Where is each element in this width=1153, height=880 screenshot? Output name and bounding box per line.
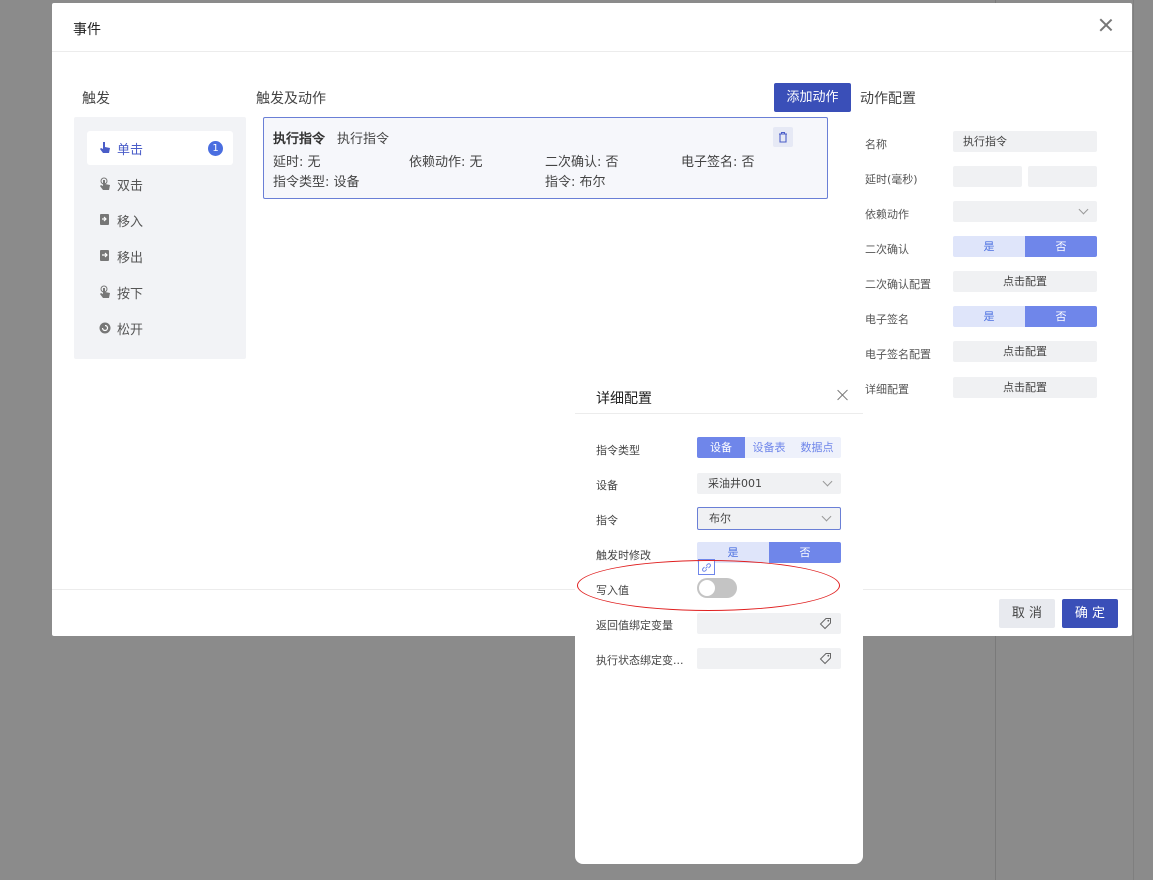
config-name-label: 名称 [865,138,887,151]
status-bind-input[interactable] [697,648,841,669]
double-tap-icon [99,177,111,191]
command-type-device[interactable]: 设备 [697,437,745,458]
device-select[interactable]: 采油井001 [697,473,841,494]
trigger-item-label: 按下 [117,286,144,302]
device-select-value: 采油井001 [708,477,762,490]
e-sign-yes[interactable]: 是 [953,306,1025,327]
dependency-select[interactable] [953,201,1097,222]
e-sign-toggle: 是 否 [953,306,1097,327]
action-second-confirm: 二次确认: 否 [545,155,619,170]
config-delay-label: 延时(毫秒) [865,173,918,186]
count-badge: 1 [208,141,223,156]
trash-icon [779,131,787,143]
action-delay: 延时: 无 [273,155,321,170]
delay-input-1[interactable] [953,166,1022,187]
chevron-down-icon [1078,204,1089,215]
config-section-title: 动作配置 [860,91,916,107]
modify-on-trigger-no[interactable]: 否 [769,542,841,563]
config-dependency-label: 依赖动作 [865,208,909,221]
action-card[interactable]: 执行指令 执行指令 延时: 无 依赖动作: 无 二次确认: 否 电子签名: 否 … [263,117,828,199]
trigger-item-label: 移出 [117,250,144,266]
action-name: 执行指令 [337,132,390,147]
background-edge-line [1133,0,1134,880]
release-icon [99,321,111,335]
popup-title: 详细配置 [596,391,652,407]
trigger-item-label: 松开 [117,322,144,338]
popup-header-divider [575,413,863,414]
command-select[interactable]: 布尔 [697,507,841,530]
action-command: 指令: 布尔 [545,175,606,190]
device-label: 设备 [596,479,618,492]
action-type-label: 执行指令 [273,132,326,147]
dialog-close-icon[interactable] [1098,17,1114,33]
modify-on-trigger-label: 触发时修改 [596,549,651,562]
trigger-item-double-click[interactable]: 双击 [87,167,233,201]
cancel-button[interactable]: 取 消 [999,599,1055,628]
delete-action-button[interactable] [773,127,793,147]
config-detail-label: 详细配置 [865,383,909,396]
trigger-section-title: 触发 [82,91,110,107]
ok-button[interactable]: 确 定 [1062,599,1118,628]
config-e-sign-label: 电子签名 [865,313,909,326]
trigger-item-label: 双击 [117,178,144,194]
dialog-title: 事件 [73,22,101,38]
trigger-item-press[interactable]: 按下 [87,275,233,309]
command-type-device-table[interactable]: 设备表 [745,437,793,458]
second-confirm-yes[interactable]: 是 [953,236,1025,257]
delay-input-2[interactable] [1028,166,1097,187]
header-divider [52,51,1132,52]
e-sign-config-button[interactable]: 点击配置 [953,341,1097,362]
trigger-item-move-in[interactable]: 移入 [87,203,233,237]
press-icon [99,285,111,299]
command-type-segment: 设备 设备表 数据点 [697,437,841,458]
popup-close-icon[interactable] [837,389,849,401]
return-bind-label: 返回值绑定变量 [596,619,673,632]
config-name-input[interactable]: 执行指令 [953,131,1097,152]
action-command-type: 指令类型: 设备 [273,175,360,190]
detail-config-popup: 详细配置 指令类型 设备 设备表 数据点 设备 采油井001 指令 布尔 触发时… [575,377,863,864]
add-action-button[interactable]: 添加动作 [774,83,851,112]
action-e-signature: 电子签名: 否 [681,155,755,170]
trigger-item-release[interactable]: 松开 [87,311,233,345]
tag-icon [819,653,831,665]
e-sign-no[interactable]: 否 [1025,306,1097,327]
trigger-item-label: 单击 [117,142,144,158]
tag-icon [819,618,831,630]
chevron-down-icon [821,511,832,522]
trigger-item-label: 移入 [117,214,144,230]
config-second-confirm-cfg-label: 二次确认配置 [865,278,931,291]
chevron-down-icon [822,476,833,487]
pointer-hand-icon [99,141,111,155]
config-second-confirm-label: 二次确认 [865,243,909,256]
second-confirm-config-button[interactable]: 点击配置 [953,271,1097,292]
second-confirm-toggle: 是 否 [953,236,1097,257]
move-out-icon [99,249,111,263]
command-type-label: 指令类型 [596,444,640,457]
move-in-icon [99,213,111,227]
command-label: 指令 [596,514,618,527]
config-e-sign-cfg-label: 电子签名配置 [865,348,931,361]
command-type-data-point[interactable]: 数据点 [793,437,841,458]
command-select-value: 布尔 [709,512,731,525]
annotation-red-ellipse [577,560,840,611]
trigger-item-click[interactable]: 单击 1 [87,131,233,165]
return-bind-input[interactable] [697,613,841,634]
action-dependency: 依赖动作: 无 [409,155,483,170]
second-confirm-no[interactable]: 否 [1025,236,1097,257]
detail-config-button[interactable]: 点击配置 [953,377,1097,398]
actions-section-title: 触发及动作 [256,91,326,107]
trigger-item-move-out[interactable]: 移出 [87,239,233,273]
trigger-list: 单击 1 双击 移入 移出 按下 松开 [74,117,246,359]
status-bind-label: 执行状态绑定变... [596,654,684,667]
